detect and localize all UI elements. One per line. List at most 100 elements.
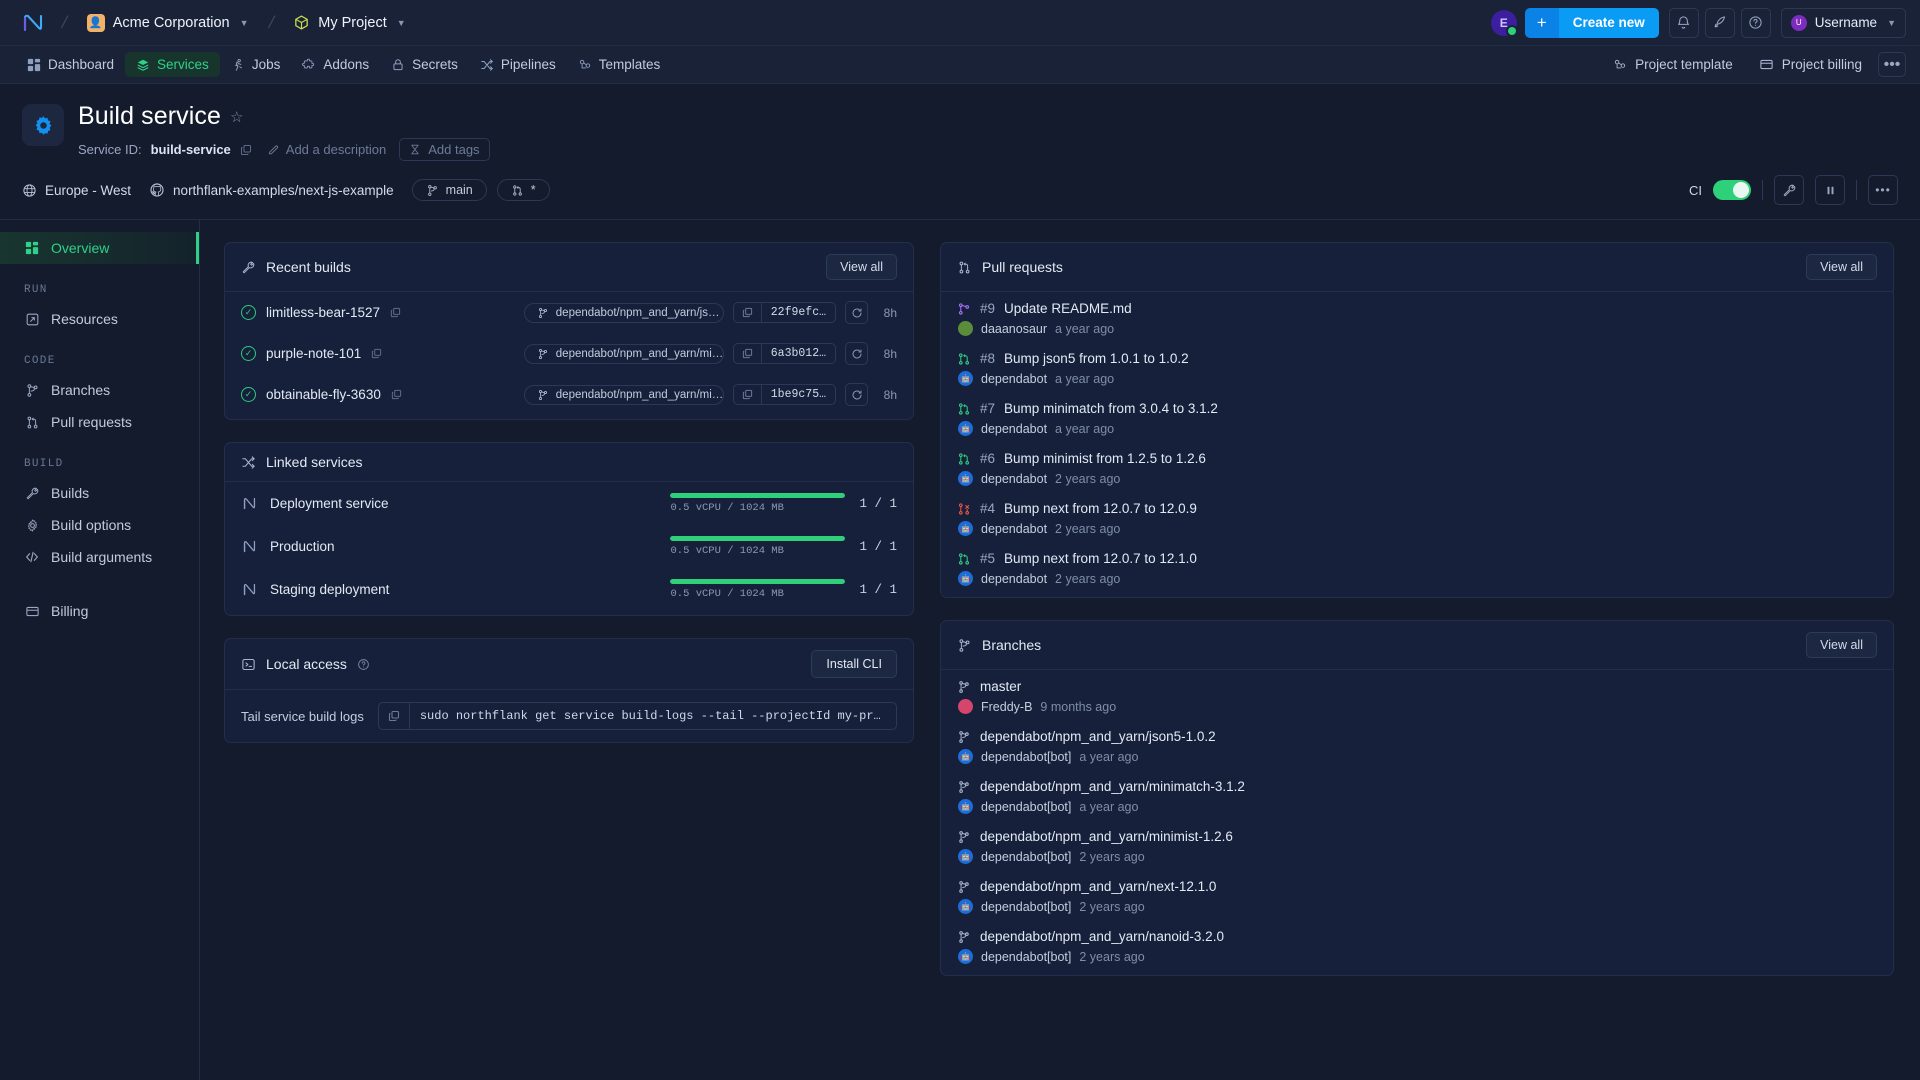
install-cli-button[interactable]: Install CLI bbox=[811, 650, 897, 678]
copy-icon[interactable] bbox=[391, 389, 402, 400]
build-age: 8h bbox=[883, 346, 897, 361]
pr-title[interactable]: Update README.md bbox=[1004, 301, 1132, 316]
build-branch-pill[interactable]: dependabot/npm_and_yarn/mi… bbox=[523, 343, 724, 364]
branch-name[interactable]: master bbox=[980, 679, 1021, 694]
branch-name[interactable]: dependabot/npm_and_yarn/next-12.1.0 bbox=[980, 879, 1216, 894]
sidebar-item-builds[interactable]: Builds bbox=[0, 477, 199, 509]
build-branch-pill[interactable]: dependabot/npm_and_yarn/mi… bbox=[523, 384, 724, 405]
pull-requests-view-all-button[interactable]: View all bbox=[1806, 254, 1877, 280]
chevron-down-icon-2[interactable]: ▼ bbox=[397, 18, 406, 28]
chevron-down-icon-3: ▼ bbox=[1887, 17, 1896, 28]
tab-jobs[interactable]: Jobs bbox=[220, 52, 292, 77]
tab-addons[interactable]: Addons bbox=[291, 52, 380, 77]
build-branch-pill[interactable]: dependabot/npm_and_yarn/js… bbox=[523, 302, 724, 323]
sidebar-item-branches[interactable]: Branches bbox=[0, 374, 199, 406]
pr-title-row: #9 Update README.md bbox=[957, 301, 1877, 316]
copy-icon[interactable] bbox=[371, 348, 382, 359]
create-new-button[interactable]: Create new bbox=[1558, 7, 1659, 38]
tab-pipelines[interactable]: Pipelines bbox=[469, 52, 567, 77]
copy-icon[interactable] bbox=[734, 303, 762, 322]
pull-request-pill[interactable]: * bbox=[496, 179, 550, 201]
project-nav-actions: Project template Project billing ••• bbox=[1603, 52, 1906, 77]
region-item[interactable]: Europe - West bbox=[22, 183, 131, 198]
command-text: sudo northflank get service build-logs -… bbox=[419, 709, 896, 723]
breadcrumb-project[interactable]: My Project ▼ bbox=[287, 10, 411, 35]
build-name[interactable]: obtainable-fly-3630 bbox=[266, 387, 381, 402]
tail-logs-label: Tail service build logs bbox=[241, 708, 364, 724]
sidebar-item-overview[interactable]: Overview bbox=[0, 232, 199, 264]
sidebar-item-pull-requests[interactable]: Pull requests bbox=[0, 406, 199, 438]
build-sha[interactable]: 22f9efc… bbox=[762, 303, 835, 322]
pr-title[interactable]: Bump minimatch from 3.0.4 to 3.1.2 bbox=[1004, 401, 1218, 416]
pr-title[interactable]: Bump next from 12.0.7 to 12.0.9 bbox=[1004, 501, 1197, 516]
rebuild-icon[interactable] bbox=[845, 342, 868, 365]
tab-templates[interactable]: Templates bbox=[567, 52, 672, 77]
branch-icon bbox=[957, 638, 972, 653]
pr-title[interactable]: Bump minimist from 1.2.5 to 1.2.6 bbox=[1004, 451, 1206, 466]
sidebar-item-resources[interactable]: Resources bbox=[0, 303, 199, 335]
project-billing-button[interactable]: Project billing bbox=[1749, 52, 1872, 77]
help-icon[interactable] bbox=[357, 658, 370, 671]
project-more-button[interactable]: ••• bbox=[1878, 52, 1906, 77]
sidebar-item-build-arguments[interactable]: Build arguments bbox=[0, 541, 199, 573]
branches-view-all-button[interactable]: View all bbox=[1806, 632, 1877, 658]
command-box[interactable]: sudo northflank get service build-logs -… bbox=[377, 702, 897, 730]
copy-icon[interactable] bbox=[390, 307, 401, 318]
tab-label: Pipelines bbox=[500, 57, 556, 72]
create-plus-button[interactable]: + bbox=[1524, 7, 1559, 38]
pause-button[interactable] bbox=[1815, 175, 1845, 205]
copy-icon[interactable] bbox=[240, 144, 252, 156]
favorite-star-icon[interactable]: ☆ bbox=[230, 108, 243, 126]
template-icon bbox=[578, 58, 592, 72]
pr-title[interactable]: Bump json5 from 1.0.1 to 1.0.2 bbox=[1004, 351, 1189, 366]
rebuild-icon[interactable] bbox=[845, 301, 868, 324]
wrench-icon bbox=[241, 260, 256, 275]
pr-title[interactable]: Bump next from 12.0.7 to 12.1.0 bbox=[1004, 551, 1197, 566]
rebuild-icon[interactable] bbox=[845, 383, 868, 406]
tab-dashboard[interactable]: Dashboard bbox=[16, 52, 125, 77]
branch-author: dependabot[bot] bbox=[981, 749, 1072, 764]
ci-toggle[interactable] bbox=[1713, 180, 1751, 200]
avatar[interactable]: E bbox=[1490, 9, 1518, 37]
build-name[interactable]: limitless-bear-1527 bbox=[266, 305, 380, 320]
copy-icon[interactable] bbox=[734, 385, 762, 404]
list-item: dependabot/npm_and_yarn/nanoid-3.2.0 🤖 d… bbox=[941, 920, 1893, 975]
tab-services[interactable]: Services bbox=[125, 52, 220, 77]
user-menu[interactable]: U Username ▼ bbox=[1780, 7, 1906, 38]
linked-service-name[interactable]: Production bbox=[270, 539, 335, 554]
build-sha[interactable]: 1be9c75… bbox=[762, 385, 835, 404]
branch-name[interactable]: dependabot/npm_and_yarn/json5-1.0.2 bbox=[980, 729, 1216, 744]
branch-name[interactable]: dependabot/npm_and_yarn/minimatch-3.1.2 bbox=[980, 779, 1245, 794]
build-row-meta: dependabot/npm_and_yarn/mi… 6a3b012… 8h bbox=[523, 342, 897, 365]
linked-service-name[interactable]: Staging deployment bbox=[270, 582, 389, 597]
breadcrumb-org[interactable]: 👤 Acme Corporation ▼ bbox=[81, 10, 255, 36]
branch-pill[interactable]: main bbox=[411, 179, 487, 201]
sidebar-item-build-options[interactable]: Build options bbox=[0, 509, 199, 541]
pr-author: dependabot bbox=[981, 571, 1048, 586]
help-icon[interactable] bbox=[1740, 7, 1771, 38]
build-name[interactable]: purple-note-101 bbox=[266, 346, 361, 361]
project-template-button[interactable]: Project template bbox=[1603, 52, 1743, 77]
recent-builds-view-all-button[interactable]: View all bbox=[826, 254, 897, 280]
build-wrench-button[interactable] bbox=[1774, 175, 1804, 205]
add-description-button[interactable]: Add a description bbox=[267, 142, 386, 157]
service-more-button[interactable]: ••• bbox=[1868, 175, 1898, 205]
sidebar-item-billing[interactable]: Billing bbox=[0, 595, 199, 627]
chevron-down-icon[interactable]: ▼ bbox=[240, 18, 249, 28]
build-sha[interactable]: 6a3b012… bbox=[762, 344, 835, 363]
northflank-logo-icon[interactable] bbox=[18, 8, 48, 38]
linked-service-name[interactable]: Deployment service bbox=[270, 496, 389, 511]
repo-item[interactable]: northflank-examples/next-js-example bbox=[149, 182, 394, 198]
add-tags-button[interactable]: Add tags bbox=[399, 138, 490, 161]
tab-secrets[interactable]: Secrets bbox=[380, 52, 469, 77]
notifications-bell-icon[interactable] bbox=[1668, 7, 1699, 38]
sidebar-item-label: Pull requests bbox=[51, 414, 132, 430]
rocket-icon[interactable] bbox=[1704, 7, 1735, 38]
branch-name[interactable]: dependabot/npm_and_yarn/minimist-1.2.6 bbox=[980, 829, 1233, 844]
top-bar-actions: E + Create new U Username ▼ bbox=[1490, 7, 1906, 38]
grid-icon bbox=[24, 241, 40, 255]
copy-icon[interactable] bbox=[734, 344, 762, 363]
copy-icon[interactable] bbox=[379, 703, 410, 729]
pr-open-icon bbox=[957, 552, 971, 566]
branch-name[interactable]: dependabot/npm_and_yarn/nanoid-3.2.0 bbox=[980, 929, 1224, 944]
